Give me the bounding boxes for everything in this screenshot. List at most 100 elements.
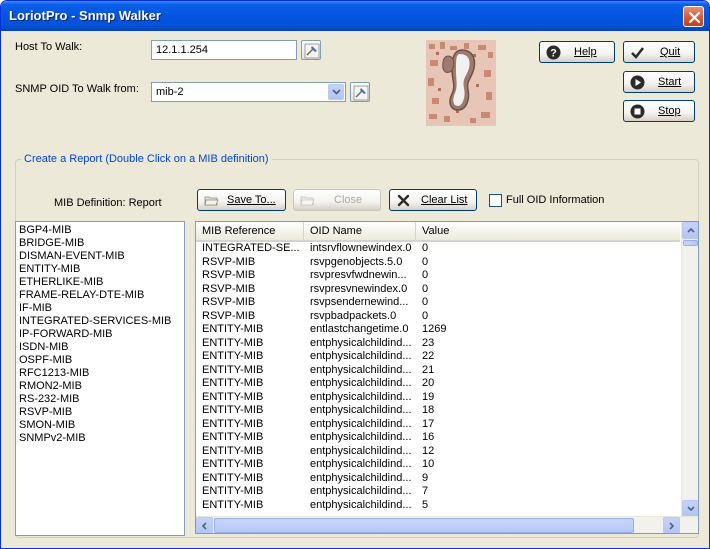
stop-button[interactable]: Stop: [623, 100, 695, 122]
title-bar[interactable]: LoriotPro - Snmp Walker: [1, 1, 709, 31]
horizontal-scrollbar[interactable]: [196, 516, 698, 533]
mib-list-item[interactable]: SMON-MIB: [16, 419, 184, 432]
horizontal-scroll-thumb[interactable]: [214, 518, 634, 533]
table-row[interactable]: ENTITY-MIB entphysicalchildind... 18: [196, 404, 680, 418]
cell-value: 12: [422, 444, 435, 457]
results-table[interactable]: MIB Reference OID Name Value INTEGRATED-…: [195, 221, 699, 534]
table-row[interactable]: ENTITY-MIB entphysicalchildind... 7: [196, 485, 680, 499]
oid-browse-button[interactable]: [350, 82, 370, 102]
table-row[interactable]: RSVP-MIB rsvpgenobjects.5.0 0: [196, 256, 680, 270]
mib-list-item[interactable]: RMON2-MIB: [16, 380, 184, 393]
cell-value: 16: [422, 431, 435, 443]
table-row[interactable]: ENTITY-MIB entlastchangetime.0 1269: [196, 323, 680, 337]
mib-list-item[interactable]: ETHERLIKE-MIB: [16, 276, 184, 289]
cell-value: 0: [422, 242, 429, 254]
vertical-scroll-thumb[interactable]: [683, 240, 698, 246]
stop-icon: [630, 104, 645, 119]
cell-oid-name: intsrvflownewindex.0: [310, 242, 412, 254]
window-close-button[interactable]: [683, 6, 704, 27]
mib-list-item[interactable]: RS-232-MIB: [16, 393, 184, 406]
cell-oid-name: rsvpbadpackets.0: [310, 309, 397, 322]
quit-button[interactable]: Quit: [623, 41, 695, 63]
help-button[interactable]: ? Help: [539, 41, 615, 63]
host-input[interactable]: 12.1.1.254: [151, 40, 297, 60]
clear-list-button[interactable]: Clear List: [389, 189, 477, 211]
scroll-down-button[interactable]: [682, 500, 698, 517]
cell-value: 5: [422, 498, 429, 511]
mib-list-item[interactable]: BRIDGE-MIB: [16, 237, 184, 250]
cell-mib-reference: ENTITY-MIB: [202, 417, 264, 430]
cell-mib-reference: RSVP-MIB: [202, 269, 256, 281]
mib-list[interactable]: BGP4-MIB BRIDGE-MIB DISMAN-EVENT-MIB ENTITY…: [15, 221, 185, 536]
mib-list-item[interactable]: OSPF-MIB: [16, 354, 184, 367]
table-row[interactable]: RSVP-MIB rsvpsendernewind... 0: [196, 296, 680, 310]
scroll-left-button[interactable]: [196, 517, 213, 533]
cell-mib-reference: ENTITY-MIB: [202, 377, 264, 389]
cell-mib-reference: ENTITY-MIB: [202, 404, 264, 416]
report-group-title: Create a Report (Double Click on a MIB d…: [21, 153, 272, 165]
cell-value: 17: [422, 417, 435, 430]
cell-mib-reference: ENTITY-MIB: [202, 498, 264, 511]
mib-list-item[interactable]: BGP4-MIB: [16, 224, 184, 237]
cell-value: 23: [422, 336, 435, 349]
table-row[interactable]: INTEGRATED-SE... intsrvflownewindex.0 0: [196, 242, 680, 256]
cell-oid-name: entphysicalchildind...: [310, 390, 412, 403]
table-row[interactable]: ENTITY-MIB entphysicalchildind... 9: [196, 472, 680, 486]
chevron-right-icon: [669, 522, 674, 530]
cell-oid-name: entphysicalchildind...: [310, 404, 412, 416]
vertical-scrollbar[interactable]: [681, 222, 698, 517]
start-button[interactable]: Start: [623, 71, 695, 93]
chevron-up-icon: [687, 228, 695, 233]
table-row[interactable]: ENTITY-MIB entphysicalchildind... 23: [196, 337, 680, 351]
mib-list-item[interactable]: FRAME-RELAY-DTE-MIB: [16, 289, 184, 302]
help-button-label: Help: [574, 46, 597, 58]
table-row[interactable]: RSVP-MIB rsvpresvfwdnewin... 0: [196, 269, 680, 283]
table-row[interactable]: ENTITY-MIB entphysicalchildind... 12: [196, 445, 680, 459]
oid-dropdown-button[interactable]: [328, 84, 344, 100]
column-header-oid-name[interactable]: OID Name: [304, 222, 416, 240]
play-icon: [630, 75, 645, 90]
cell-value: 0: [422, 309, 429, 322]
table-row[interactable]: ENTITY-MIB entphysicalchildind... 10: [196, 458, 680, 472]
host-label: Host To Walk:: [15, 41, 83, 53]
quit-button-label: Quit: [660, 46, 681, 58]
cell-oid-name: entphysicalchildind...: [310, 498, 412, 511]
cell-mib-reference: ENTITY-MIB: [202, 336, 264, 349]
full-oid-checkbox[interactable]: [489, 194, 502, 207]
save-to-button[interactable]: Save To...: [197, 189, 286, 211]
app-window: LoriotPro - Snmp Walker Host To Walk: 12…: [0, 0, 710, 549]
oid-select-value: mib-2: [156, 86, 184, 98]
column-header-value[interactable]: Value: [416, 222, 680, 240]
cell-oid-name: entphysicalchildind...: [310, 350, 412, 362]
mib-list-item[interactable]: ENTITY-MIB: [16, 263, 184, 276]
column-header-mib-reference[interactable]: MIB Reference: [196, 222, 304, 240]
mib-list-item[interactable]: RSVP-MIB: [16, 406, 184, 419]
table-row[interactable]: ENTITY-MIB entphysicalchildind... 5: [196, 499, 680, 513]
cell-value: 20: [422, 377, 435, 389]
mib-list-item[interactable]: RFC1213-MIB: [16, 367, 184, 380]
cell-mib-reference: ENTITY-MIB: [202, 485, 264, 497]
table-row[interactable]: ENTITY-MIB entphysicalchildind... 17: [196, 418, 680, 432]
cell-oid-name: rsvpsendernewind...: [310, 296, 409, 308]
table-row[interactable]: RSVP-MIB rsvpresvnewindex.0 0: [196, 283, 680, 297]
full-oid-label: Full OID Information: [506, 194, 605, 206]
mib-list-item[interactable]: SNMPv2-MIB: [16, 432, 184, 445]
table-row[interactable]: ENTITY-MIB entphysicalchildind... 21: [196, 364, 680, 378]
table-row[interactable]: ENTITY-MIB entphysicalchildind... 16: [196, 431, 680, 445]
table-row[interactable]: ENTITY-MIB entphysicalchildind... 19: [196, 391, 680, 405]
host-browse-button[interactable]: [301, 40, 321, 60]
mib-list-item[interactable]: INTEGRATED-SERVICES-MIB: [16, 315, 184, 328]
mib-list-item[interactable]: IF-MIB: [16, 302, 184, 315]
scroll-right-button[interactable]: [663, 517, 680, 533]
mib-list-item[interactable]: IP-FORWARD-MIB: [16, 328, 184, 341]
table-row[interactable]: ENTITY-MIB entphysicalchildind... 22: [196, 350, 680, 364]
cell-oid-name: entphysicalchildind...: [310, 431, 412, 443]
oid-select[interactable]: mib-2: [151, 82, 346, 102]
table-row[interactable]: ENTITY-MIB entphysicalchildind... 20: [196, 377, 680, 391]
scroll-up-button[interactable]: [682, 222, 698, 239]
close-report-button[interactable]: Close: [293, 189, 381, 211]
mib-list-item[interactable]: DISMAN-EVENT-MIB: [16, 250, 184, 263]
cell-mib-reference: RSVP-MIB: [202, 255, 256, 268]
table-row[interactable]: RSVP-MIB rsvpbadpackets.0 0: [196, 310, 680, 324]
mib-list-item[interactable]: ISDN-MIB: [16, 341, 184, 354]
